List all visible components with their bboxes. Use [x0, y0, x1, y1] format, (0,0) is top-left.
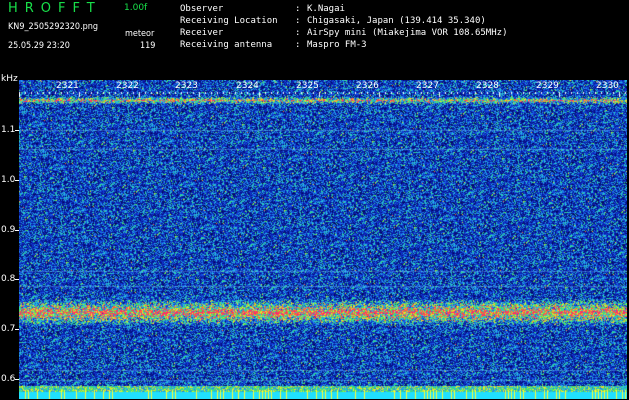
x-tick-label: 2328 [476, 81, 499, 91]
x-tick-label: 2326 [356, 81, 379, 91]
spectrogram-canvas [19, 80, 627, 399]
station-meta: Observer: K.Nagai Receiving Location: Chig… [180, 3, 507, 51]
x-tick-label: 2321 [56, 81, 79, 91]
meta-row-location: Receiving Location: Chigasaki, Japan (139… [180, 16, 486, 26]
y-axis-unit: kHz [1, 74, 18, 84]
x-tick-label: 2322 [116, 81, 139, 91]
meteor-label: meteor [125, 29, 155, 39]
y-tick-label: 0.9 [1, 225, 16, 235]
meta-row-antenna: Receiving antenna: Maspro FM-3 [180, 40, 367, 50]
x-tick-label: 2327 [416, 81, 439, 91]
meta-row-receiver: Receiver: AirSpy mini (Miakejima VOR 108.… [180, 28, 508, 38]
date-time: 25.05.29 23:20 [8, 41, 70, 51]
x-tick-label: 2329 [536, 81, 559, 91]
y-tick-label: 0.6 [1, 374, 16, 384]
spectrogram [19, 80, 627, 399]
x-tick-label: 2323 [175, 81, 198, 91]
y-tick-label: 1.1 [1, 125, 16, 135]
app-version: 1.00f [124, 3, 148, 13]
x-tick-label: 2330 [596, 81, 619, 91]
meta-row-observer: Observer: K.Nagai [180, 4, 345, 14]
y-tick-label: 0.8 [1, 274, 16, 284]
x-tick-label: 2325 [296, 81, 319, 91]
x-tick-label: 2324 [236, 81, 259, 91]
y-tick-label: 1.0 [1, 175, 16, 185]
app-logo: HROFFT [8, 1, 102, 16]
file-name: KN9_2505292320.png [8, 22, 99, 32]
y-tick-label: 0.7 [1, 324, 16, 334]
meteor-count: 119 [140, 41, 156, 51]
